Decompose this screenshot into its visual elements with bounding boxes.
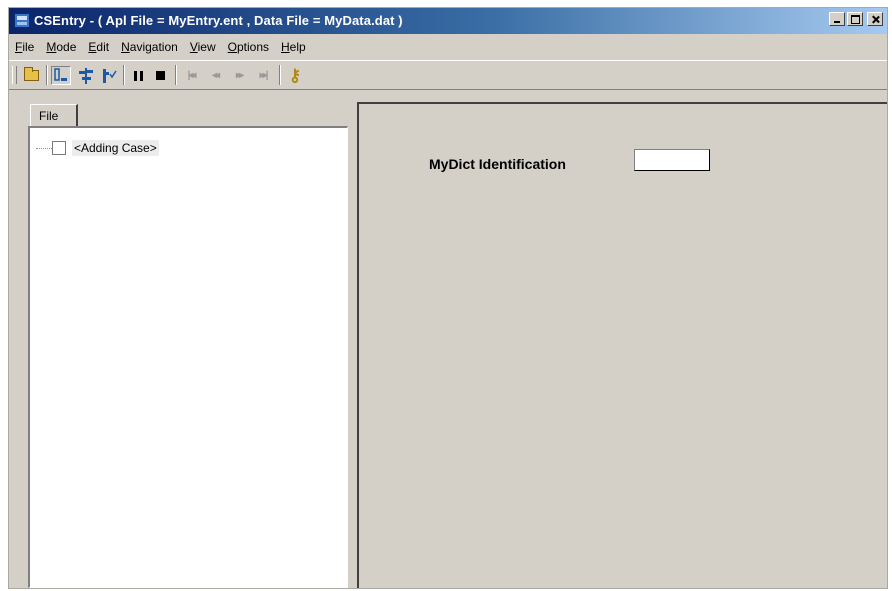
menu-help[interactable]: Help xyxy=(275,40,312,54)
window-title: CSEntry - ( Apl File = MyEntry.ent , Dat… xyxy=(34,13,403,28)
modify-mode-icon xyxy=(103,68,117,83)
csentry-app-icon xyxy=(14,13,30,28)
add-mode-button[interactable] xyxy=(76,66,96,85)
menu-edit[interactable]: Edit xyxy=(82,40,115,54)
next-case-button[interactable]: ▸▸ xyxy=(229,66,249,85)
toolbar-separator xyxy=(279,65,281,85)
stop-button[interactable] xyxy=(150,66,170,85)
title-bar[interactable]: CSEntry - ( Apl File = MyEntry.ent , Dat… xyxy=(9,8,887,34)
maximize-button[interactable] xyxy=(847,12,863,26)
case-tree-icon xyxy=(54,67,67,81)
last-case-icon: ▸▸| xyxy=(259,70,269,81)
menu-options[interactable]: Options xyxy=(222,40,275,54)
help-key-icon: ⚷ xyxy=(288,65,302,85)
previous-case-icon: ◂◂ xyxy=(211,70,220,81)
last-case-button[interactable]: ▸▸| xyxy=(253,66,273,85)
menu-file[interactable]: File xyxy=(9,40,40,54)
case-tree[interactable]: <Adding Case> xyxy=(28,126,348,588)
tree-item-checkbox[interactable] xyxy=(52,141,66,155)
toolbar-separator xyxy=(175,65,177,85)
open-button[interactable] xyxy=(21,66,41,85)
tree-item[interactable]: <Adding Case> xyxy=(36,139,159,157)
toolbar-grip[interactable] xyxy=(12,66,17,84)
menu-bar: File Mode Edit Navigation View Options H… xyxy=(9,37,887,57)
data-entry-form: MyDict Identification xyxy=(357,102,887,588)
tree-connector xyxy=(36,147,52,149)
first-case-button[interactable]: |◂◂ xyxy=(181,66,201,85)
case-tree-panel: File <Adding Case> xyxy=(22,104,349,588)
previous-case-button[interactable]: ◂◂ xyxy=(205,66,225,85)
minimize-button[interactable] xyxy=(829,12,845,26)
menu-mode[interactable]: Mode xyxy=(40,40,82,54)
modify-mode-button[interactable] xyxy=(99,66,119,85)
add-mode-icon xyxy=(79,67,93,84)
window-controls xyxy=(829,12,883,26)
tree-item-label[interactable]: <Adding Case> xyxy=(72,140,159,156)
close-button[interactable] xyxy=(867,12,883,26)
tab-file[interactable]: File xyxy=(30,104,78,126)
toolbar-separator xyxy=(46,65,48,85)
app-window: CSEntry - ( Apl File = MyEntry.ent , Dat… xyxy=(8,7,888,589)
toolbar-separator xyxy=(123,65,125,85)
stop-icon xyxy=(155,71,165,80)
toolbar: |◂◂ ◂◂ ▸▸ ▸▸| ⚷ xyxy=(9,60,887,90)
id-field-input[interactable] xyxy=(634,149,710,171)
pause-icon xyxy=(133,70,143,81)
menu-navigation[interactable]: Navigation xyxy=(115,40,184,54)
open-folder-icon xyxy=(23,67,39,81)
help-button[interactable]: ⚷ xyxy=(285,66,305,85)
menu-view[interactable]: View xyxy=(184,40,222,54)
next-case-icon: ▸▸ xyxy=(235,70,244,81)
pause-button[interactable] xyxy=(128,66,148,85)
field-label: MyDict Identification xyxy=(429,156,566,172)
case-tree-button[interactable] xyxy=(51,66,71,85)
first-case-icon: |◂◂ xyxy=(187,70,197,81)
